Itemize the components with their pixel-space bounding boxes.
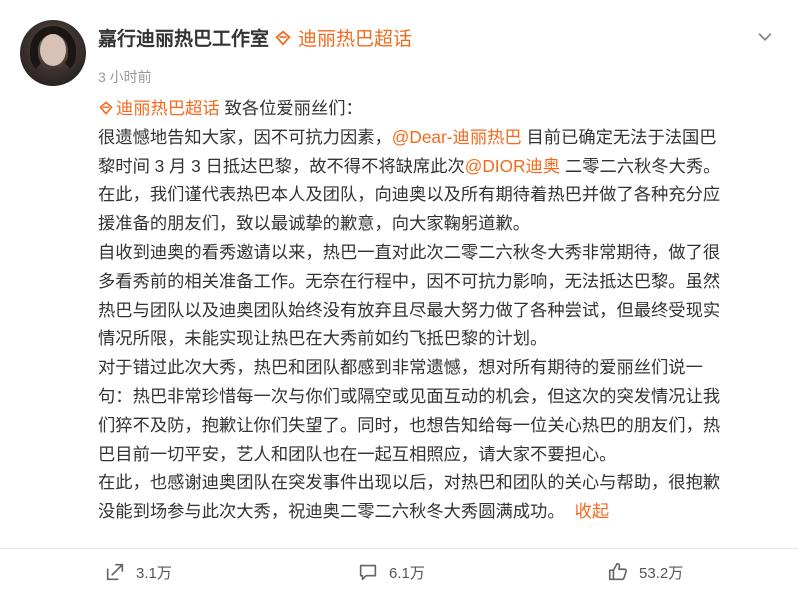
body-text: 二零二六秋冬大秀。 xyxy=(560,155,721,176)
body-line: 巴目前一切平安，艺人和团队也在一起互相照应，请大家不要担心。 xyxy=(98,443,617,464)
repost-icon xyxy=(106,563,124,581)
post-header: 嘉行迪丽热巴工作室 迪丽热巴超话 3 小时前 xyxy=(20,20,780,90)
comment-count: 6.1万 xyxy=(389,564,425,582)
like-count: 53.2万 xyxy=(639,564,684,582)
body-line: 句：热巴非常珍惜每一次与你们或隔空或见面互动的机会，但这次的突发情况让我 xyxy=(98,385,721,406)
avatar[interactable] xyxy=(20,20,86,86)
topic-tag-label: 迪丽热巴超话 xyxy=(116,98,220,118)
repost-count: 3.1万 xyxy=(136,564,172,582)
greeting-text: 致各位爱丽丝们： xyxy=(219,98,363,118)
body-line: 自收到迪奥的看秀邀请以来，热巴一直对此次二零二六秋冬大秀非常期待，做了很 xyxy=(98,241,721,262)
post-content: 迪丽热巴超话 致各位爱丽丝们： 很遗憾地告知大家，因不可抗力因素，@Dear-迪… xyxy=(98,94,778,526)
super-topic-label: 迪丽热巴超话 xyxy=(298,29,413,50)
post-timestamp[interactable]: 3 小时前 xyxy=(98,67,152,87)
topic-tag-link[interactable]: 迪丽热巴超话 xyxy=(98,98,220,118)
body-text: 很遗憾地告知大家，因不可抗力因素， xyxy=(98,126,392,147)
body-line: 们猝不及防，抱歉让你们失望了。同时，也想告知给每一位关心热巴的朋友们，热 xyxy=(98,414,721,435)
like-icon xyxy=(608,562,628,581)
more-chevron-icon[interactable] xyxy=(756,28,774,46)
body-text: 没能到场参与此次大秀，祝迪奥二零二六秋冬大秀圆满成功。 xyxy=(98,501,565,522)
body-line: 在此，也感谢迪奥团队在突发事件出现以后，对热巴和团队的关心与帮助，很抱歉 xyxy=(98,472,721,493)
topic-diamond-icon xyxy=(99,101,113,115)
body-line: 在此，我们谨代表热巴本人及团队，向迪奥以及所有期待着热巴并做了各种充分应 xyxy=(98,184,721,205)
collapse-link[interactable]: 收起 xyxy=(575,501,610,521)
author-name[interactable]: 嘉行迪丽热巴工作室 xyxy=(98,24,269,51)
repost-button[interactable]: 3.1万 xyxy=(104,561,172,583)
super-topic-badge[interactable]: 迪丽热巴超话 xyxy=(274,24,412,51)
like-button[interactable]: 53.2万 xyxy=(607,561,683,583)
body-line: 多看秀前的相关准备工作。无奈在行程中，因不可抗力影响，无法抵达巴黎。虽然 xyxy=(98,270,721,291)
mention-brand-link[interactable]: @DIOR迪奥 xyxy=(465,156,560,176)
body-line: 很遗憾地告知大家，因不可抗力因素，@Dear-迪丽热巴 目前已确定无法于法国巴 xyxy=(98,123,778,152)
topic-diamond-icon xyxy=(275,30,291,46)
comment-button[interactable]: 6.1万 xyxy=(357,561,425,583)
body-line: 黎时间 3 月 3 日抵达巴黎，故不得不将缺席此次@DIOR迪奥 二零二六秋冬大… xyxy=(98,152,778,181)
greeting-line: 迪丽热巴超话 致各位爱丽丝们： xyxy=(98,94,778,123)
avatar-face xyxy=(40,34,66,66)
body-text: 黎时间 3 月 3 日抵达巴黎，故不得不将缺席此次 xyxy=(98,155,465,176)
comment-icon xyxy=(359,564,377,581)
body-text: 目前已确定无法于法国巴 xyxy=(521,126,717,147)
mention-artist-link[interactable]: @Dear-迪丽热巴 xyxy=(392,127,522,147)
body-line: 热巴与团队以及迪奥团队始终没有放弃且尽最大努力做了各种尝试，但最终受现实 xyxy=(98,299,721,320)
body-line: 没能到场参与此次大秀，祝迪奥二零二六秋冬大秀圆满成功。 收起 xyxy=(98,497,778,526)
body-line: 情况所限，未能实现让热巴在大秀前如约飞抵巴黎的计划。 xyxy=(98,328,548,349)
body-line: 援准备的朋友们，致以最诚挚的歉意，向大家鞠躬道歉。 xyxy=(98,213,531,234)
action-bar: 3.1万 6.1万 53.2万 xyxy=(0,548,798,598)
body-line: 对于错过此次大秀，热巴和团队都感到非常遗憾，想对所有期待的爱丽丝们说一 xyxy=(98,357,703,378)
